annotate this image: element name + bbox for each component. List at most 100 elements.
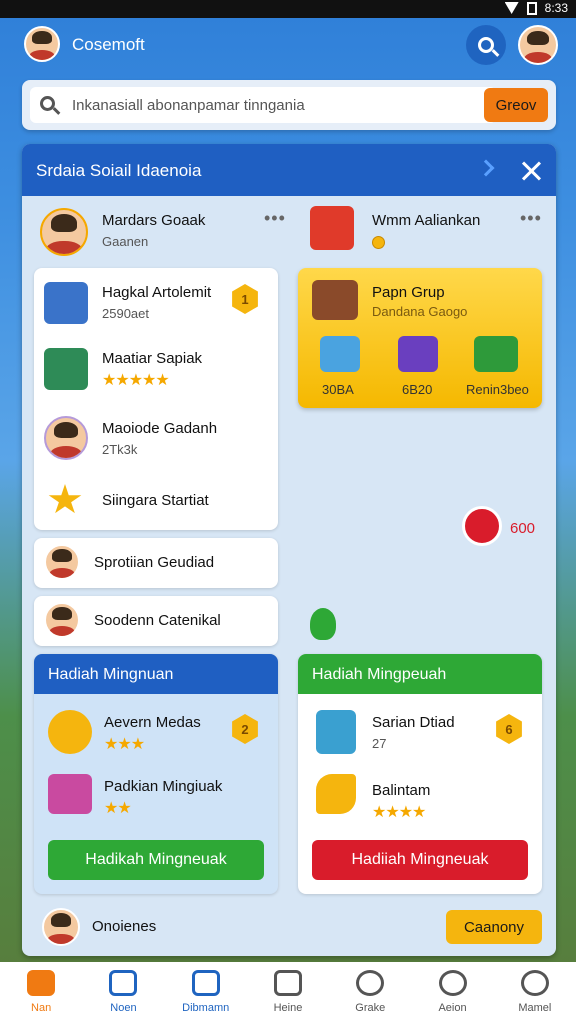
list-item-name: Maoiode Gadanh bbox=[102, 420, 218, 437]
weekly-reward-card: Hadiah Mingpeuah Sarian Dtiad 27 6 Balin… bbox=[298, 654, 542, 894]
status-time: 8:33 bbox=[544, 1, 568, 15]
more-options-icon[interactable]: ••• bbox=[264, 208, 286, 229]
treasure-chest-icon bbox=[312, 280, 358, 320]
pet-icon bbox=[273, 970, 302, 996]
rating-stars: ★★★★★ bbox=[102, 372, 170, 389]
avatar bbox=[44, 544, 80, 580]
reward-item-name: Sarian Dtiad bbox=[372, 714, 455, 731]
footer-name: Onoienes bbox=[92, 918, 157, 935]
gift-icon bbox=[310, 206, 354, 250]
search-placeholder: Inkanasiall abonanpamar tinngania bbox=[72, 97, 305, 114]
social-panel: Srdaia Soiail Idaenoia Mardars Goaak Gaa… bbox=[22, 144, 556, 956]
status-bar: 8:33 bbox=[0, 0, 576, 18]
nav-item-user[interactable]: Grake bbox=[329, 962, 411, 1024]
level-badge: 2 bbox=[232, 714, 258, 744]
list-item-name: Soodenn Catenikal bbox=[94, 612, 221, 629]
item-icon bbox=[320, 336, 360, 372]
group-item-label: 6B20 bbox=[402, 382, 433, 397]
weekly-reward-card: Hadiah Mingnuan Aevern Medas ★★★ 2 Padki… bbox=[34, 654, 278, 894]
group-subtitle: Dandana Gaogo bbox=[372, 304, 468, 319]
list-item-name: Sprotiian Geudiad bbox=[94, 554, 215, 571]
nav-label: Mamel bbox=[518, 1002, 552, 1014]
list-item-name: Hagkal Artolemit bbox=[102, 284, 212, 301]
reward-title: Hadiah Mingnuan bbox=[34, 654, 278, 694]
bottom-nav: Nan Noen Dibmamn Heine Grake Aeion Mamel bbox=[0, 962, 576, 1024]
list-item-name: Maatiar Sapiak bbox=[102, 350, 203, 367]
app-header: Cosemoft bbox=[0, 18, 576, 76]
list-item[interactable]: Hagkal Artolemit 2590aet 1 bbox=[34, 268, 278, 334]
search-user-icon bbox=[438, 970, 467, 996]
list-item[interactable]: Maoiode Gadanh 2Tk3k bbox=[34, 404, 278, 470]
reward-title: Hadiah Mingpeuah bbox=[298, 654, 542, 694]
nav-item-inbox[interactable]: Dibmamn bbox=[165, 962, 247, 1024]
avatar bbox=[44, 416, 88, 460]
more-options-icon[interactable]: ••• bbox=[520, 208, 542, 229]
leaf-icon bbox=[310, 608, 336, 640]
search-submit-button[interactable]: Greov bbox=[484, 88, 548, 122]
battery-icon bbox=[526, 1, 537, 15]
scene-icon bbox=[44, 348, 88, 390]
nav-item-home[interactable]: Nan bbox=[0, 962, 82, 1024]
search-icon bbox=[478, 37, 494, 53]
reward-item-name: Balintam bbox=[372, 782, 431, 799]
level-badge: 1 bbox=[232, 284, 258, 314]
close-icon[interactable] bbox=[520, 160, 542, 182]
claim-reward-button[interactable]: Hadiiah Mingneuak bbox=[312, 840, 528, 880]
coins-icon bbox=[48, 710, 92, 754]
list-item[interactable]: Siingara Startiat bbox=[34, 470, 278, 530]
search-button[interactable] bbox=[466, 25, 506, 65]
search-bar: Inkanasiall abonanpamar tinngania Greov bbox=[22, 80, 556, 130]
character-icon bbox=[316, 710, 356, 754]
friend-list-card: Hagkal Artolemit 2590aet 1 Maatiar Sapia… bbox=[34, 268, 278, 530]
nav-label: Aeion bbox=[438, 1002, 467, 1014]
nav-item-camera[interactable]: Noen bbox=[82, 962, 164, 1024]
group-item-label: 30BA bbox=[322, 382, 354, 397]
rating-stars: ★★ bbox=[104, 800, 132, 817]
star-icon bbox=[48, 484, 82, 514]
search-input[interactable]: Inkanasiall abonanpamar tinngania bbox=[30, 87, 496, 123]
app-title: Cosemoft bbox=[72, 35, 145, 54]
camera-icon bbox=[109, 970, 138, 996]
rating-stars: ★★★ bbox=[104, 736, 145, 753]
nav-label: Noen bbox=[110, 1002, 137, 1014]
nav-item-pet[interactable]: Heine bbox=[247, 962, 329, 1024]
coin-icon bbox=[372, 236, 385, 249]
avatar bbox=[44, 602, 80, 638]
panel-header: Srdaia Soiail Idaenoia bbox=[22, 144, 556, 196]
level-badge: 6 bbox=[496, 714, 522, 744]
profile-avatar[interactable] bbox=[40, 208, 88, 256]
nav-item-profile[interactable]: Mamel bbox=[494, 962, 576, 1024]
list-item-detail: 2590aet bbox=[102, 306, 149, 321]
gift-box-icon bbox=[48, 774, 92, 814]
inbox-icon bbox=[191, 970, 220, 996]
profile-icon bbox=[520, 970, 549, 996]
nav-label: Grake bbox=[355, 1002, 386, 1014]
nav-label: Nan bbox=[31, 1002, 52, 1014]
group-title: Papn Grup bbox=[372, 284, 445, 301]
reward-item-name: Padkian Mingiuak bbox=[104, 778, 223, 795]
profile-name: Mardars Goaak bbox=[102, 212, 206, 229]
character-icon bbox=[44, 282, 88, 324]
user-icon bbox=[356, 970, 385, 996]
notification-icon[interactable] bbox=[462, 506, 502, 546]
user-avatar[interactable] bbox=[24, 26, 60, 62]
list-item[interactable]: Maatiar Sapiak ★★★★★ bbox=[34, 334, 278, 404]
group-card[interactable]: Papn Grup Dandana Gaogo 30BA 6B20 Renin3… bbox=[298, 268, 542, 408]
profile-subtitle: Gaanen bbox=[102, 234, 149, 249]
list-item[interactable]: Sprotiian Geudiad bbox=[34, 538, 278, 588]
item-icon bbox=[474, 336, 518, 372]
reward-item-detail: 27 bbox=[372, 736, 387, 751]
panel-title: Srdaia Soiail Idaenoia bbox=[36, 161, 202, 180]
profile-avatar[interactable] bbox=[518, 25, 558, 65]
nav-label: Heine bbox=[273, 1002, 303, 1014]
claim-reward-button[interactable]: Hadikah Mingneuak bbox=[48, 840, 264, 880]
nav-item-search-user[interactable]: Aeion bbox=[411, 962, 493, 1024]
company-button[interactable]: Caanony bbox=[446, 910, 542, 944]
notification-count: 600 bbox=[510, 520, 536, 537]
chevron-right-icon[interactable] bbox=[477, 159, 495, 177]
avatar[interactable] bbox=[42, 908, 80, 946]
list-item[interactable]: Soodenn Catenikal bbox=[34, 596, 278, 646]
home-icon bbox=[27, 970, 56, 996]
group-item-label: Renin3beo bbox=[466, 382, 529, 397]
search-icon bbox=[40, 96, 55, 111]
